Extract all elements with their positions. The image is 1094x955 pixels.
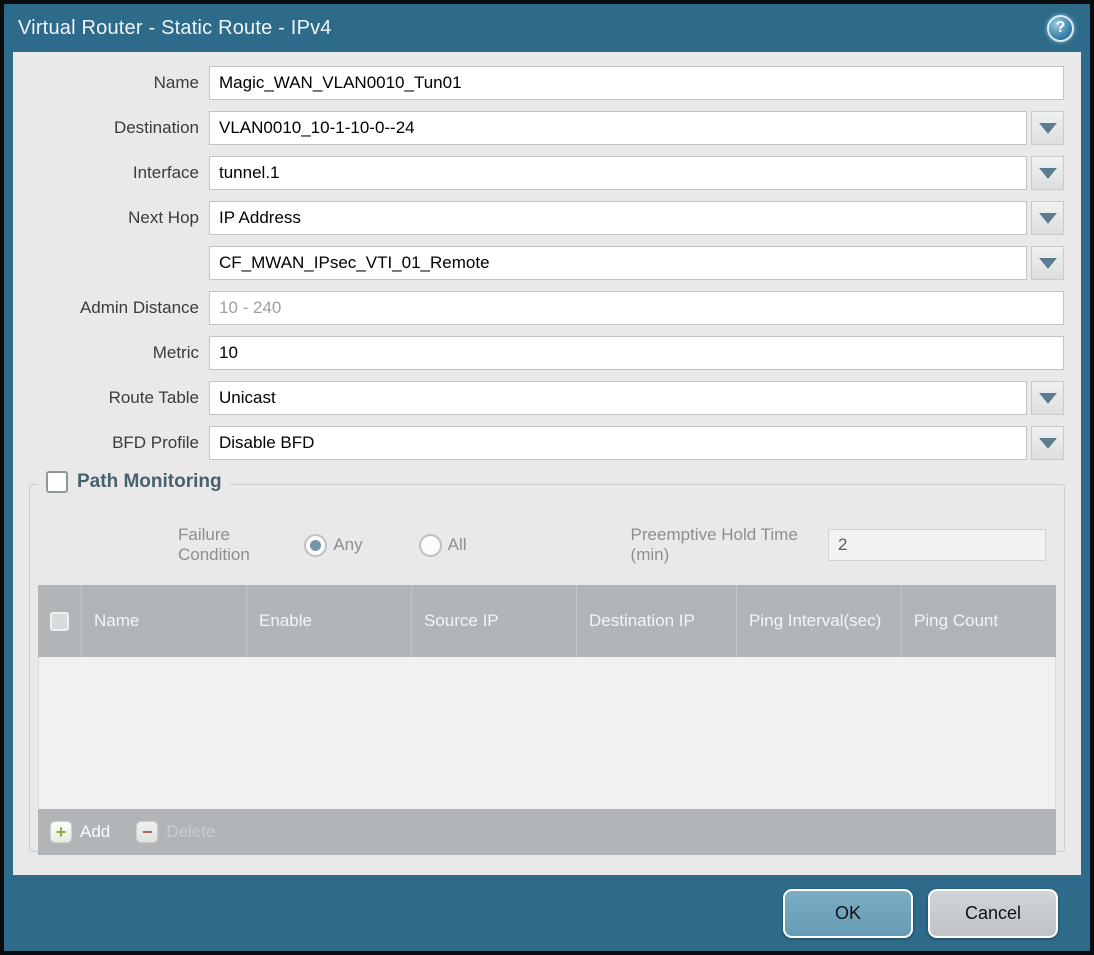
column-header-source-ip[interactable]: Source IP	[411, 585, 576, 657]
next-hop-address-dropdown-button[interactable]	[1031, 246, 1064, 280]
chevron-down-icon	[1038, 437, 1057, 449]
path-monitoring-checkbox[interactable]	[46, 471, 68, 493]
form-row-destination: Destination	[13, 111, 1081, 145]
dialog-footer: OK Cancel	[4, 875, 1090, 951]
add-button[interactable]: + Add	[50, 821, 110, 843]
dialog-window: Virtual Router - Static Route - IPv4 ? N…	[0, 0, 1094, 955]
name-input[interactable]	[209, 66, 1064, 100]
delete-minus-icon: −	[136, 821, 159, 843]
path-monitoring-title: Path Monitoring	[77, 471, 222, 492]
select-all-checkbox[interactable]	[50, 611, 69, 631]
dialog-body: Name Destination Interface	[13, 52, 1081, 875]
bfd-profile-dropdown-button[interactable]	[1031, 426, 1064, 460]
path-monitoring-section: Path Monitoring Failure Condition Any Al…	[29, 471, 1065, 855]
radio-any[interactable]	[304, 533, 328, 557]
cancel-button[interactable]: Cancel	[928, 888, 1058, 938]
next-hop-select[interactable]	[209, 201, 1027, 235]
interface-dropdown-button[interactable]	[1031, 156, 1064, 190]
failure-condition-row: Failure Condition Any All Preemptive Hol…	[38, 525, 1046, 565]
radio-all-label: All	[447, 535, 467, 554]
path-monitoring-table: Name Enable Source IP Destination IP Pin…	[38, 585, 1056, 855]
interface-input[interactable]	[209, 156, 1027, 190]
failure-condition-label: Failure Condition	[178, 525, 250, 564]
preemptive-hold-time-input[interactable]	[828, 529, 1046, 561]
chevron-down-icon	[1038, 122, 1057, 134]
next-hop-dropdown-button[interactable]	[1031, 201, 1064, 235]
destination-dropdown-button[interactable]	[1031, 111, 1064, 145]
delete-button[interactable]: − Delete	[136, 821, 215, 843]
column-header-enable[interactable]: Enable	[246, 585, 411, 657]
dialog-title: Virtual Router - Static Route - IPv4	[18, 16, 332, 39]
interface-label: Interface	[132, 163, 199, 182]
ok-button[interactable]: OK	[783, 888, 913, 938]
route-table-label: Route Table	[108, 388, 199, 407]
failure-condition-any-option: Any	[304, 533, 406, 557]
preemptive-hold-time-label: Preemptive Hold Time (min)	[630, 525, 798, 564]
form-row-bfd-profile: BFD Profile	[13, 426, 1081, 460]
form-row-metric: Metric	[13, 336, 1081, 370]
column-header-ping-count[interactable]: Ping Count	[901, 585, 1056, 657]
metric-label: Metric	[152, 343, 199, 362]
radio-all[interactable]	[418, 533, 442, 557]
next-hop-address-input[interactable]	[209, 246, 1027, 280]
name-label: Name	[153, 73, 199, 92]
bfd-profile-label: BFD Profile	[112, 433, 199, 452]
form-row-interface: Interface	[13, 156, 1081, 190]
dialog-titlebar: Virtual Router - Static Route - IPv4 ?	[4, 4, 1090, 52]
form-row-admin-distance: Admin Distance	[13, 291, 1081, 325]
admin-distance-input[interactable]	[209, 291, 1064, 325]
add-plus-icon: +	[50, 821, 72, 843]
bfd-profile-select[interactable]	[209, 426, 1027, 460]
add-button-label: Add	[80, 822, 111, 841]
path-monitoring-table-body	[38, 657, 1056, 809]
dialog-frame: Virtual Router - Static Route - IPv4 ? N…	[4, 4, 1090, 951]
column-header-ping-interval[interactable]: Ping Interval(sec)	[736, 585, 901, 657]
radio-any-label: Any	[333, 535, 363, 554]
help-icon[interactable]: ?	[1047, 14, 1074, 42]
chevron-down-icon	[1038, 257, 1057, 269]
metric-input[interactable]	[209, 336, 1064, 370]
form-row-next-hop-address	[13, 246, 1081, 280]
column-header-destination-ip[interactable]: Destination IP	[576, 585, 736, 657]
path-monitoring-table-header: Name Enable Source IP Destination IP Pin…	[38, 585, 1056, 657]
path-monitoring-table-toolbar: + Add − Delete	[38, 809, 1056, 855]
form-row-route-table: Route Table	[13, 381, 1081, 415]
destination-input[interactable]	[209, 111, 1027, 145]
next-hop-label: Next Hop	[128, 208, 199, 227]
destination-label: Destination	[113, 118, 199, 137]
form-row-next-hop: Next Hop	[13, 201, 1081, 235]
chevron-down-icon	[1038, 392, 1057, 404]
admin-distance-label: Admin Distance	[79, 298, 199, 317]
chevron-down-icon	[1038, 167, 1057, 179]
form-row-name: Name	[13, 66, 1081, 100]
chevron-down-icon	[1038, 212, 1057, 224]
route-table-select[interactable]	[209, 381, 1027, 415]
column-header-name[interactable]: Name	[81, 585, 246, 657]
delete-button-label: Delete	[166, 822, 216, 841]
route-table-dropdown-button[interactable]	[1031, 381, 1064, 415]
failure-condition-all-option: All	[418, 533, 511, 557]
select-all-cell	[38, 585, 81, 657]
path-monitoring-legend: Path Monitoring	[38, 471, 230, 493]
